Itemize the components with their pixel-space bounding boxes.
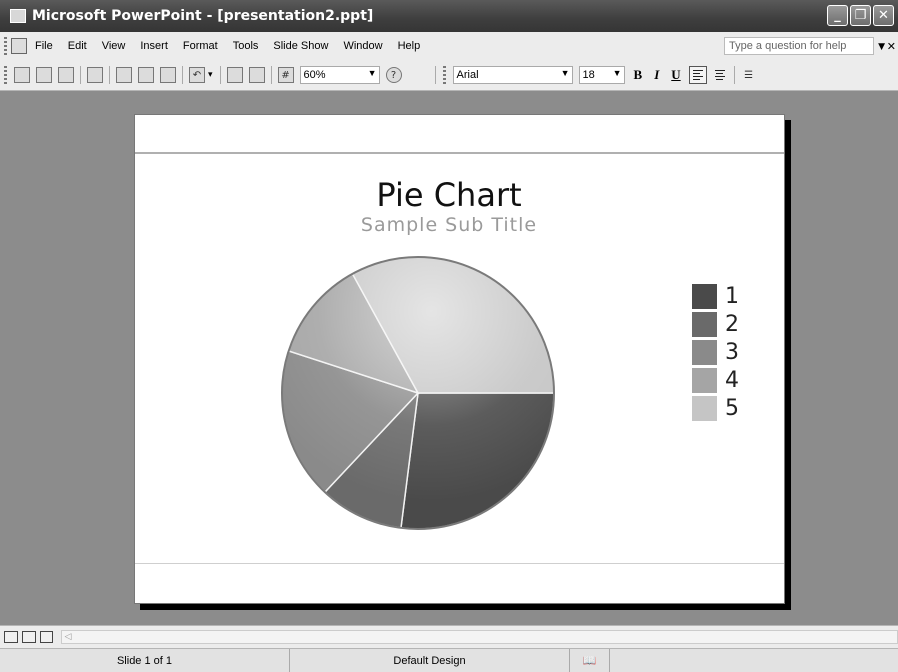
chart-legend: 1 2 3 4 5 [692, 282, 739, 422]
legend-label: 1 [725, 283, 739, 309]
font-size-value: 18 [582, 69, 595, 81]
save-icon[interactable] [58, 67, 74, 83]
standard-toolbar: ↶ ▾ # 60% ▼ ? Arial ▼ 18 ▼ B I U ☰ [0, 60, 898, 91]
legend-swatch [692, 367, 717, 393]
legend-swatch [692, 311, 717, 337]
menu-grip[interactable] [4, 37, 7, 55]
menu-view[interactable]: View [102, 40, 126, 52]
toolbar-divider [733, 66, 735, 84]
restore-icon: ❐ [854, 8, 867, 23]
legend-item: 5 [692, 394, 739, 422]
help-search-input[interactable]: Type a question for help [724, 37, 874, 55]
help-dropdown-icon[interactable]: ▼ [878, 42, 885, 52]
toolbar-divider [80, 66, 81, 84]
font-select[interactable]: Arial ▼ [452, 66, 573, 84]
menu-window[interactable]: Window [343, 40, 382, 52]
format-painter-icon[interactable] [160, 67, 176, 83]
status-slide-count: Slide 1 of 1 [0, 649, 290, 672]
chevron-down-icon: ▼ [367, 68, 377, 78]
powerpoint-app-icon[interactable] [10, 9, 26, 23]
minimize-button[interactable]: _ [827, 5, 848, 26]
view-bar: ◁ [0, 625, 898, 648]
close-icon: ✕ [878, 8, 889, 23]
help-icon[interactable]: ? [385, 67, 402, 83]
title-bar: Microsoft PowerPoint - [presentation2.pp… [0, 0, 898, 32]
legend-item: 2 [692, 310, 739, 338]
underline-button[interactable]: U [671, 67, 680, 83]
font-size-select[interactable]: 18 ▼ [578, 66, 625, 84]
menu-bar: File Edit View Insert Format Tools Slide… [0, 32, 898, 61]
bullets-icon[interactable]: ☰ [741, 67, 757, 83]
close-document-icon[interactable]: ✕ [887, 40, 896, 53]
status-design: Default Design [290, 649, 570, 672]
print-icon[interactable] [87, 67, 103, 83]
zoom-value: 60% [303, 69, 326, 81]
zoom-select[interactable]: 60% ▼ [299, 66, 380, 84]
menu-file[interactable]: File [35, 40, 53, 52]
horizontal-scrollbar[interactable]: ◁ [61, 630, 898, 644]
slide-title[interactable]: Pie Chart [0, 176, 898, 214]
status-bar: Slide 1 of 1 Default Design 📖 [0, 648, 898, 672]
italic-button[interactable]: I [654, 67, 659, 83]
spelling-check-icon[interactable]: 📖 [570, 649, 610, 672]
legend-item: 3 [692, 338, 739, 366]
chevron-down-icon: ▼ [560, 68, 570, 78]
align-center-button[interactable] [711, 66, 729, 84]
window-title: Microsoft PowerPoint - [presentation2.pp… [32, 8, 374, 24]
restore-button[interactable]: ❐ [850, 5, 871, 26]
toolbar-divider [182, 66, 183, 84]
bold-button[interactable]: B [634, 67, 643, 83]
toolbar-divider [270, 66, 272, 84]
formatting-toolbar-grip[interactable] [442, 66, 446, 84]
toolbar-divider [434, 66, 436, 84]
menu-slide-show[interactable]: Slide Show [273, 40, 328, 52]
legend-swatch [692, 339, 717, 365]
minimize-icon: _ [834, 8, 841, 23]
legend-label: 5 [725, 395, 739, 421]
open-icon[interactable] [36, 67, 52, 83]
menu-help[interactable]: Help [398, 40, 421, 52]
slide-subtitle[interactable]: Sample Sub Title [0, 214, 898, 236]
toolbar-grip[interactable] [4, 66, 7, 84]
normal-view-icon[interactable] [4, 631, 18, 643]
show-grid-icon[interactable]: # [277, 67, 294, 83]
insert-chart-icon[interactable] [226, 67, 243, 83]
menu-insert[interactable]: Insert [140, 40, 168, 52]
toolbar-divider [219, 66, 221, 84]
undo-icon[interactable]: ↶ [189, 67, 205, 83]
menu-edit[interactable]: Edit [68, 40, 87, 52]
legend-item: 4 [692, 366, 739, 394]
legend-swatch [692, 283, 717, 309]
legend-label: 3 [725, 339, 739, 365]
toolbar-divider [109, 66, 110, 84]
chevron-down-icon: ▼ [612, 68, 622, 78]
slide-footer-line [135, 563, 784, 564]
menu-format[interactable]: Format [183, 40, 218, 52]
legend-item: 1 [692, 282, 739, 310]
undo-dropdown-icon[interactable]: ▾ [208, 70, 213, 80]
legend-swatch [692, 395, 717, 421]
legend-label: 2 [725, 311, 739, 337]
document-icon[interactable] [11, 38, 27, 54]
slide-show-view-icon[interactable] [39, 631, 54, 643]
insert-table-icon[interactable] [248, 67, 265, 83]
new-icon[interactable] [14, 67, 30, 83]
slide-sorter-view-icon[interactable] [21, 631, 36, 643]
slide-header-line [135, 152, 784, 154]
close-button[interactable]: ✕ [873, 5, 894, 26]
legend-label: 4 [725, 367, 739, 393]
menu-tools[interactable]: Tools [233, 40, 259, 52]
copy-icon[interactable] [116, 67, 132, 83]
paste-icon[interactable] [138, 67, 154, 83]
font-value: Arial [456, 69, 479, 81]
align-left-button[interactable] [688, 66, 707, 84]
